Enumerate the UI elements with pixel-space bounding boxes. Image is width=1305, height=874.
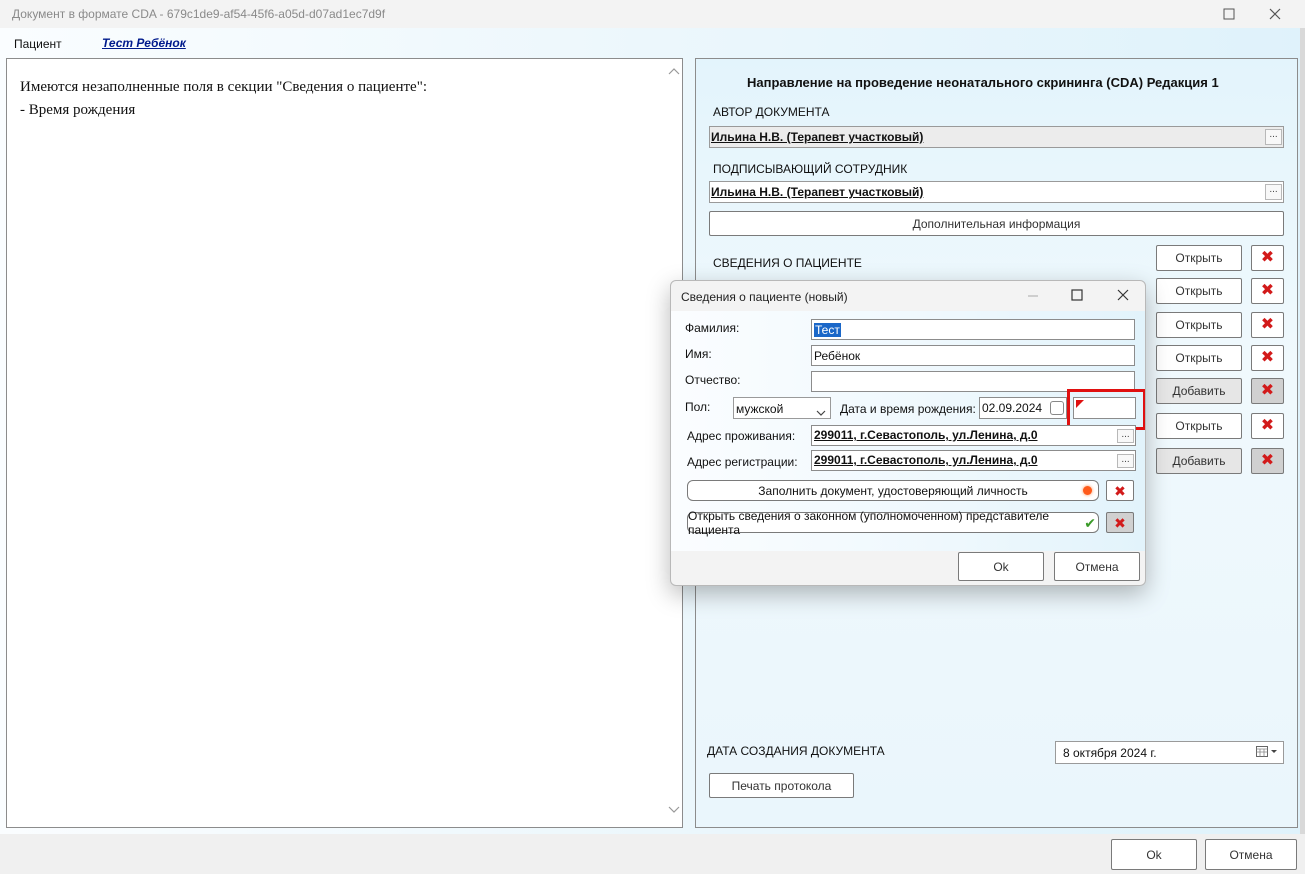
dialog-maximize-button[interactable] — [1067, 285, 1087, 305]
delete-icon: ✖ — [1260, 282, 1275, 299]
section-add-button[interactable]: Добавить — [1156, 378, 1242, 404]
address-reg-value: 299011, г.Севастополь, ул.Ленина, д.0 — [814, 453, 1038, 467]
checkmark-icon: ✔ — [1084, 515, 1096, 531]
section-delete-button[interactable]: ✖ — [1251, 448, 1284, 474]
status-dot-icon — [1083, 486, 1092, 495]
birth-date-value: 02.09.2024 — [982, 401, 1043, 415]
maximize-icon — [1071, 289, 1083, 301]
patient-name-link[interactable]: Тест Ребёнок — [102, 36, 186, 50]
delete-icon: ✖ — [1114, 514, 1126, 531]
close-icon — [1117, 289, 1129, 301]
birth-date-input[interactable]: 02.09.2024 — [979, 397, 1067, 419]
ok-button[interactable]: Ok — [1111, 839, 1197, 870]
patient-label: Пациент — [14, 37, 62, 51]
minimize-button[interactable] — [1023, 285, 1043, 305]
section-open-button[interactable]: Открыть — [1156, 245, 1242, 271]
sex-select[interactable]: мужской — [733, 397, 831, 419]
surname-label: Фамилия: — [685, 321, 740, 335]
signer-select-button[interactable]: ... — [1265, 184, 1282, 200]
close-button[interactable] — [1252, 0, 1298, 28]
maximize-icon — [1223, 8, 1235, 20]
fill-id-document-button[interactable]: Заполнить документ, удостоверяющий лично… — [687, 480, 1099, 501]
chevron-down-icon — [816, 405, 826, 419]
print-protocol-button[interactable]: Печать протокола — [709, 773, 854, 798]
author-select-button[interactable]: ... — [1265, 129, 1282, 145]
birth-datetime-label: Дата и время рождения: — [840, 402, 976, 416]
name-label: Имя: — [685, 347, 712, 361]
signer-value: Ильина Н.В. (Терапевт участковый) — [711, 185, 924, 199]
section-delete-button[interactable]: ✖ — [1251, 278, 1284, 304]
additional-info-button[interactable]: Дополнительная информация — [709, 211, 1284, 236]
scroll-up-icon[interactable] — [668, 67, 680, 78]
open-representative-label: Открыть сведения о законном (уполномочен… — [688, 508, 1050, 537]
address-live-label: Адрес проживания: — [687, 429, 796, 443]
name-input[interactable]: Ребёнок — [811, 345, 1135, 366]
patient-section-label: СВЕДЕНИЯ О ПАЦИЕНТЕ — [713, 256, 862, 270]
section-delete-button[interactable]: ✖ — [1251, 413, 1284, 439]
creation-date-label: ДАТА СОЗДАНИЯ ДОКУМЕНТА — [707, 744, 885, 758]
message-line: - Время рождения — [20, 102, 136, 118]
open-representative-button[interactable]: Открыть сведения о законном (уполномочен… — [687, 509, 1099, 537]
sex-label: Пол: — [685, 400, 711, 414]
section-open-button[interactable]: Открыть — [1156, 345, 1242, 371]
section-open-button[interactable]: Открыть — [1156, 312, 1242, 338]
surname-value: Тест — [814, 323, 841, 337]
validation-messages-pane[interactable]: Имеются незаполненные поля в секции "Све… — [6, 58, 683, 828]
section-delete-button[interactable]: ✖ — [1251, 312, 1284, 338]
title-bar: Документ в формате CDA - 679c1de9-af54-4… — [0, 0, 1305, 28]
section-open-button[interactable]: Открыть — [1156, 413, 1242, 439]
delete-icon: ✖ — [1260, 349, 1275, 366]
delete-icon: ✖ — [1114, 482, 1126, 499]
section-open-button[interactable]: Открыть — [1156, 278, 1242, 304]
delete-icon: ✖ — [1260, 417, 1275, 434]
representative-delete-button[interactable]: ✖ — [1106, 512, 1134, 533]
close-icon — [1269, 8, 1281, 20]
message-line: Имеются незаполненные поля в секции "Све… — [20, 79, 427, 95]
bottom-bar — [0, 834, 1305, 874]
author-value: Ильина Н.В. (Терапевт участковый) — [711, 130, 924, 144]
author-field[interactable]: Ильина Н.В. (Терапевт участковый) ... — [709, 126, 1284, 148]
section-delete-button[interactable]: ✖ — [1251, 245, 1284, 271]
window-title: Документ в формате CDA - 679c1de9-af54-4… — [12, 7, 386, 21]
window-edge — [1300, 28, 1305, 834]
signer-field[interactable]: Ильина Н.В. (Терапевт участковый) ... — [709, 181, 1284, 203]
address-live-field[interactable]: 299011, г.Севастополь, ул.Ленина, д.0 ..… — [811, 425, 1136, 446]
patient-info-dialog: Сведения о пациенте (новый) Фамилия: Тес… — [670, 280, 1146, 586]
maximize-button[interactable] — [1206, 0, 1252, 28]
dialog-ok-button[interactable]: Ok — [958, 552, 1044, 581]
id-document-delete-button[interactable]: ✖ — [1106, 480, 1134, 501]
dialog-cancel-button[interactable]: Отмена — [1054, 552, 1140, 581]
delete-icon: ✖ — [1260, 316, 1275, 333]
creation-date-picker[interactable]: 8 октября 2024 г. — [1055, 741, 1284, 764]
address-reg-label: Адрес регистрации: — [687, 455, 798, 469]
delete-icon: ✖ — [1260, 452, 1275, 469]
signer-section-label: ПОДПИСЫВАЮЩИЙ СОТРУДНИК — [713, 162, 908, 176]
delete-icon: ✖ — [1260, 382, 1275, 399]
minimize-icon — [1028, 295, 1038, 297]
surname-input[interactable]: Тест — [811, 319, 1135, 340]
address-reg-field[interactable]: 299011, г.Севастополь, ул.Ленина, д.0 ..… — [811, 450, 1136, 471]
dialog-title: Сведения о пациенте (новый) — [681, 290, 848, 304]
sex-value: мужской — [736, 402, 784, 416]
dialog-close-button[interactable] — [1113, 285, 1133, 305]
scroll-down-icon[interactable] — [668, 806, 680, 817]
address-live-value: 299011, г.Севастополь, ул.Ленина, д.0 — [814, 428, 1038, 442]
fill-id-document-label: Заполнить документ, удостоверяющий лично… — [758, 483, 1028, 498]
section-delete-button[interactable]: ✖ — [1251, 378, 1284, 404]
patronymic-label: Отчество: — [685, 373, 741, 387]
highlight-box — [1067, 389, 1145, 430]
address-live-select-button[interactable]: ... — [1117, 429, 1134, 443]
form-title: Направление на проведение неонатального … — [747, 75, 1219, 90]
author-section-label: АВТОР ДОКУМЕНТА — [713, 105, 830, 119]
cancel-button[interactable]: Отмена — [1205, 839, 1297, 870]
address-reg-select-button[interactable]: ... — [1117, 454, 1134, 468]
calendar-dropdown-icon[interactable] — [1256, 746, 1278, 761]
birth-date-checkbox[interactable] — [1050, 401, 1064, 415]
name-value: Ребёнок — [814, 349, 861, 363]
delete-icon: ✖ — [1260, 249, 1275, 266]
section-delete-button[interactable]: ✖ — [1251, 345, 1284, 371]
section-add-button[interactable]: Добавить — [1156, 448, 1242, 474]
creation-date-value: 8 октября 2024 г. — [1063, 746, 1157, 760]
